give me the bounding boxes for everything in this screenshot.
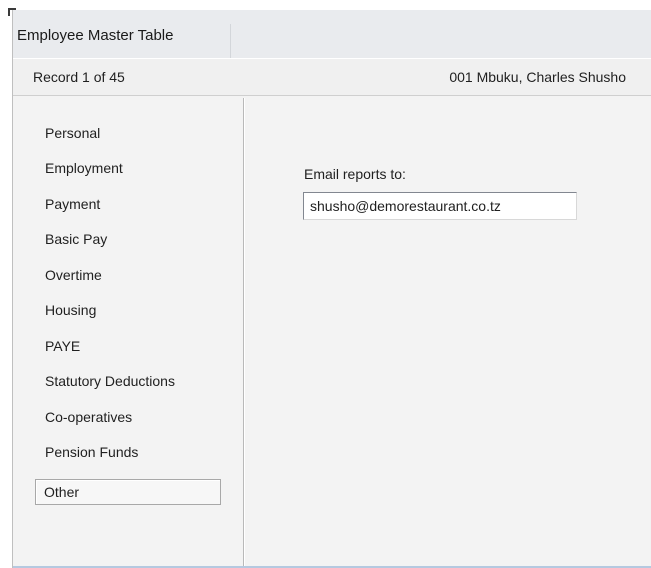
email-reports-label: Email reports to: (304, 166, 406, 182)
record-counter: Record 1 of 45 (33, 69, 125, 85)
email-reports-field[interactable] (303, 192, 577, 220)
employee-master-window: Employee Master Table Record 1 of 45 001… (12, 10, 651, 568)
nav-item-employment[interactable]: Employment (37, 156, 215, 180)
other-section-panel: Email reports to: (245, 98, 651, 568)
nav-item-housing[interactable]: Housing (37, 298, 215, 322)
nav-item-paye[interactable]: PAYE (37, 334, 215, 358)
nav-item-payment[interactable]: Payment (37, 192, 215, 216)
nav-item-pension-funds[interactable]: Pension Funds (37, 440, 215, 464)
nav-item-personal[interactable]: Personal (37, 121, 215, 145)
window-title: Employee Master Table (17, 27, 174, 44)
title-separator (230, 24, 231, 58)
title-bar: Employee Master Table (13, 10, 651, 58)
nav-item-co-operatives[interactable]: Co-operatives (37, 405, 215, 429)
nav-item-overtime[interactable]: Overtime (37, 263, 215, 287)
nav-item-statutory-deductions[interactable]: Statutory Deductions (37, 369, 215, 393)
employee-name-label: 001 Mbuku, Charles Shusho (449, 69, 626, 85)
section-nav: Personal Employment Payment Basic Pay Ov… (13, 96, 243, 568)
nav-item-other[interactable]: Other (35, 479, 221, 505)
record-header: Record 1 of 45 001 Mbuku, Charles Shusho (13, 58, 651, 96)
nav-item-basic-pay[interactable]: Basic Pay (37, 227, 215, 251)
